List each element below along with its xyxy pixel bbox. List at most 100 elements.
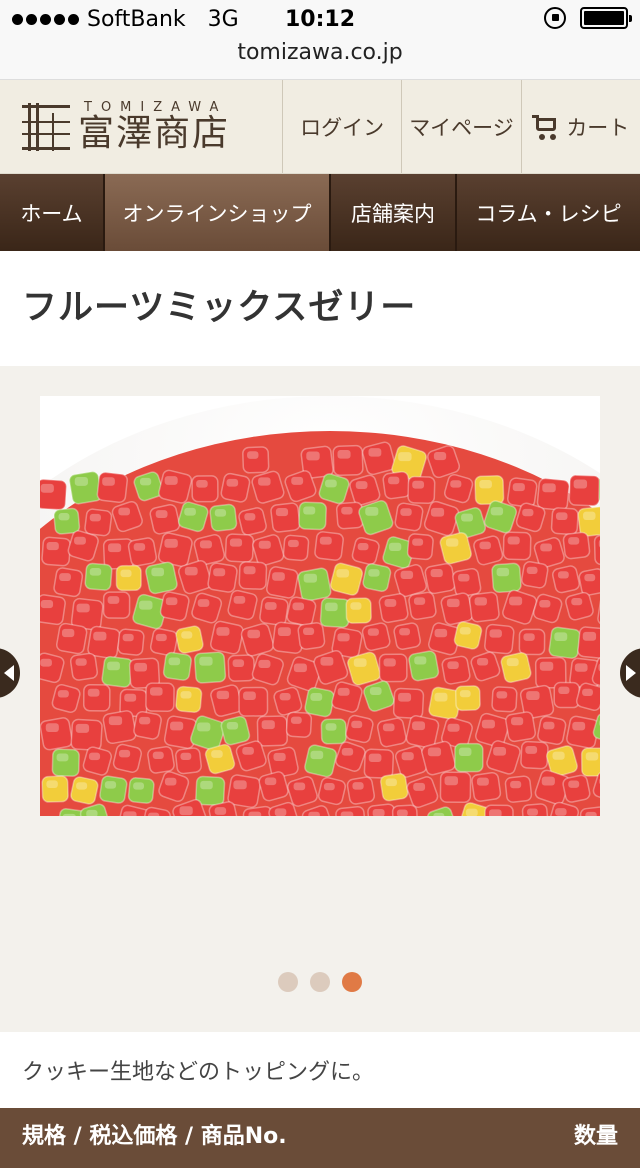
jelly-highlight xyxy=(46,541,59,551)
jelly-highlight xyxy=(277,627,291,636)
jelly-highlight xyxy=(89,513,101,522)
jelly-highlight xyxy=(527,808,538,816)
jelly-highlight xyxy=(368,753,382,763)
nav-column-recipe-label: コラム・レシピ xyxy=(475,201,622,226)
jelly-cube xyxy=(210,684,243,717)
site-logo[interactable]: TOMIZAWA 富澤商店 xyxy=(0,80,282,173)
jelly-highlight xyxy=(197,722,211,732)
nav-store-info[interactable]: 店舗案内 xyxy=(331,174,457,251)
gallery-prev-button[interactable] xyxy=(0,648,20,698)
jelly-highlight xyxy=(200,780,213,790)
jelly-highlight xyxy=(139,716,151,725)
mypage-label: マイページ xyxy=(409,115,514,140)
jelly-highlight xyxy=(104,781,117,789)
jelly-cube xyxy=(421,740,456,776)
jelly-highlight xyxy=(352,782,364,790)
jelly-highlight xyxy=(75,723,90,733)
jelly-cube xyxy=(304,686,335,718)
pager-dot-active[interactable] xyxy=(342,972,362,992)
jelly-highlight xyxy=(583,511,596,520)
jelly-highlight xyxy=(310,750,324,760)
jelly-highlight xyxy=(120,569,132,578)
nav-column-recipe[interactable]: コラム・レシピ xyxy=(457,174,640,251)
jelly-highlight xyxy=(123,811,137,816)
jelly-highlight xyxy=(353,658,367,667)
jelly-highlight xyxy=(523,633,535,641)
pager-dot[interactable] xyxy=(310,972,330,992)
jelly-highlight xyxy=(506,658,519,667)
nav-online-shop[interactable]: オンラインショップ xyxy=(105,174,331,251)
jelly-highlight xyxy=(388,542,402,552)
gallery-next-button[interactable] xyxy=(620,648,640,698)
jelly-highlight xyxy=(479,541,491,550)
jelly-highlight xyxy=(558,686,570,695)
jelly-cube xyxy=(41,536,72,567)
jelly-cube xyxy=(117,628,145,656)
cart-link[interactable]: カート xyxy=(520,80,640,173)
jelly-highlight xyxy=(355,481,368,489)
jelly-highlight xyxy=(337,449,351,459)
jelly-highlight xyxy=(461,513,473,522)
jelly-highlight xyxy=(458,573,470,582)
jelly-cube xyxy=(362,563,392,593)
jelly-cube xyxy=(53,567,84,598)
jelly-cube xyxy=(175,625,204,654)
jelly-highlight xyxy=(357,542,369,551)
jelly-highlight xyxy=(45,723,59,732)
jelly-highlight xyxy=(214,807,227,815)
jelly-cube xyxy=(115,564,142,592)
jelly-cube xyxy=(453,621,483,650)
jelly-cube xyxy=(406,533,434,561)
jelly-highlight xyxy=(226,721,239,730)
product-photo[interactable] xyxy=(40,396,600,816)
jelly-cube xyxy=(562,531,591,560)
jelly-highlight xyxy=(476,777,489,786)
jelly-highlight xyxy=(243,566,256,575)
jelly-highlight xyxy=(272,572,285,581)
jelly-highlight xyxy=(337,633,350,642)
jelly-cube xyxy=(424,563,456,595)
jelly-cube xyxy=(500,651,532,684)
jelly-highlight xyxy=(337,687,350,696)
jelly-highlight xyxy=(450,480,462,488)
jelly-highlight xyxy=(56,753,69,762)
jelly-highlight xyxy=(465,808,478,816)
gallery-pager xyxy=(0,972,640,992)
jelly-cube xyxy=(320,718,347,745)
nav-home[interactable]: ホーム xyxy=(0,174,105,251)
jelly-cube xyxy=(376,717,407,748)
jelly-cube xyxy=(40,717,73,751)
jelly-highlight xyxy=(133,543,146,551)
login-link[interactable]: ログイン xyxy=(282,80,401,173)
jelly-cube xyxy=(536,477,570,511)
jelly-highlight xyxy=(340,811,354,816)
jelly-cube xyxy=(452,567,482,598)
jelly-cube xyxy=(242,446,270,474)
jelly-highlight xyxy=(543,721,555,730)
jelly-cube xyxy=(220,715,251,746)
jelly-highlight xyxy=(476,658,489,666)
jelly-highlight xyxy=(574,663,588,672)
jelly-highlight xyxy=(247,451,259,459)
jelly-highlight xyxy=(184,507,196,516)
jelly-highlight xyxy=(214,509,227,517)
jelly-highlight xyxy=(74,477,88,486)
jelly-highlight xyxy=(149,687,163,696)
nav-store-info-label: 店舗案内 xyxy=(351,201,435,226)
jelly-cube xyxy=(471,771,502,802)
jelly-highlight xyxy=(291,476,304,485)
jelly-highlight xyxy=(243,691,256,701)
jelly-highlight xyxy=(585,811,597,816)
cart-label: カート xyxy=(566,115,630,140)
jelly-highlight xyxy=(507,536,520,545)
address-bar[interactable]: tomizawa.co.jp xyxy=(0,40,640,80)
jelly-cube xyxy=(70,718,103,751)
pager-dot[interactable] xyxy=(278,972,298,992)
jelly-highlight xyxy=(58,513,70,521)
jelly-cube xyxy=(484,623,515,655)
jelly-cube xyxy=(227,654,256,682)
mypage-link[interactable]: マイページ xyxy=(401,80,520,173)
jelly-highlight xyxy=(412,538,424,546)
jelly-highlight xyxy=(164,777,177,786)
jelly-highlight xyxy=(88,752,101,761)
